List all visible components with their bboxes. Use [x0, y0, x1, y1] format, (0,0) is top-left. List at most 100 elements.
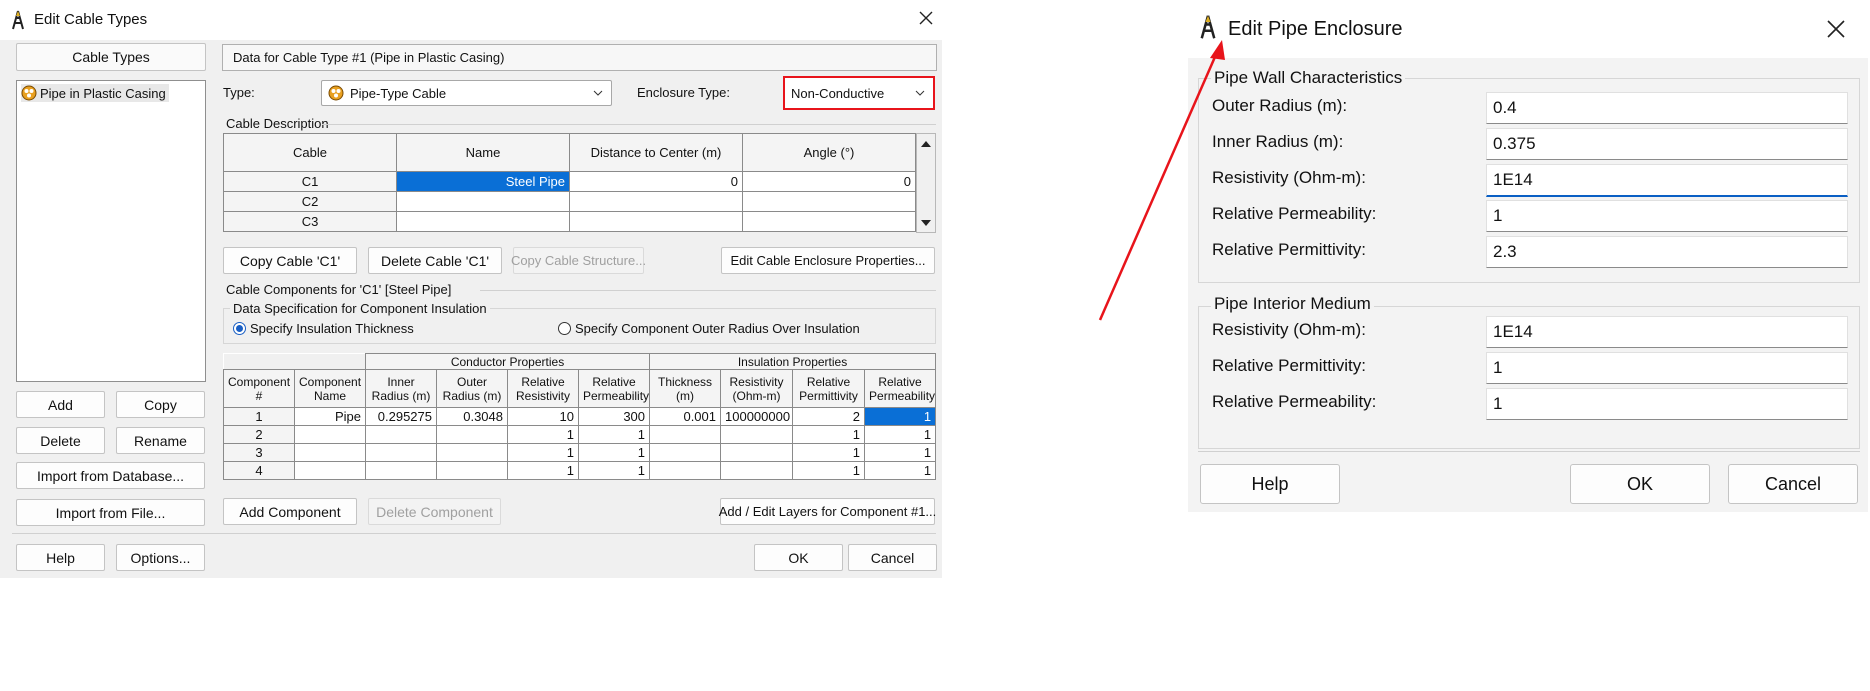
edit-cable-enclosure-properties-button[interactable]: Edit Cable Enclosure Properties... — [721, 247, 935, 274]
table-cell[interactable] — [294, 443, 366, 462]
column-header[interactable]: Relative Permittivity — [792, 369, 866, 408]
table-cell[interactable]: 2 — [792, 407, 866, 426]
table-cell[interactable]: 1 — [792, 425, 866, 444]
cable-description-table[interactable]: Cable Name Distance to Center (m) Angle … — [223, 133, 916, 232]
table-cell[interactable] — [436, 443, 508, 462]
column-header[interactable]: Relative Permeability — [577, 369, 651, 408]
table-cell[interactable] — [294, 461, 366, 480]
table-cell[interactable]: 1 — [577, 461, 651, 480]
copy-cable-structure-button[interactable]: Copy Cable Structure... — [511, 247, 646, 274]
table-cell[interactable]: 1 — [864, 407, 937, 426]
cable-types-list[interactable]: Pipe in Plastic Casing — [16, 80, 206, 382]
table-cell[interactable] — [365, 461, 437, 480]
table-cell[interactable]: 100000000 — [720, 407, 794, 426]
table-cell[interactable] — [365, 425, 437, 444]
delete-component-button[interactable]: Delete Component — [368, 498, 501, 525]
table-cell[interactable]: 1 — [864, 443, 937, 462]
rename-button[interactable]: Rename — [116, 427, 205, 454]
wall-resistivity-input[interactable]: 1E14 — [1486, 164, 1848, 197]
table-cell[interactable]: 1 — [507, 425, 579, 444]
row-header[interactable]: 2 — [223, 425, 295, 444]
table-row[interactable]: C2 — [223, 191, 916, 212]
table-cell[interactable]: 0.3048 — [436, 407, 508, 426]
table-cell[interactable]: 1 — [792, 443, 866, 462]
row-header[interactable]: 4 — [223, 461, 295, 480]
table-cell[interactable] — [294, 425, 366, 444]
table-cell[interactable] — [742, 191, 916, 212]
table-cell[interactable]: 1 — [577, 425, 651, 444]
row-header[interactable]: 3 — [223, 443, 295, 462]
components-table[interactable]: Conductor Properties Insulation Properti… — [223, 353, 937, 480]
table-cell[interactable]: 0.001 — [649, 407, 722, 426]
radio-unselected-icon[interactable] — [558, 322, 571, 335]
column-header[interactable]: Thickness (m) — [649, 369, 722, 408]
add-button[interactable]: Add — [16, 391, 105, 418]
close-icon[interactable] — [1826, 19, 1846, 42]
column-header[interactable]: Resistivity (Ohm-m) — [720, 369, 794, 408]
add-component-button[interactable]: Add Component — [223, 498, 357, 525]
column-header[interactable]: Angle (°) — [742, 133, 916, 172]
table-cell[interactable]: 1 — [507, 461, 579, 480]
column-header[interactable]: Component Name — [294, 369, 366, 408]
options-button[interactable]: Options... — [116, 544, 205, 571]
row-header[interactable]: C2 — [223, 191, 397, 212]
table-cell[interactable] — [649, 461, 722, 480]
interior-permittivity-input[interactable]: 1 — [1486, 352, 1848, 384]
column-header[interactable]: Cable — [223, 133, 397, 172]
cancel-button[interactable]: Cancel — [1728, 464, 1858, 504]
table-cell[interactable] — [569, 191, 743, 212]
help-button[interactable]: Help — [1200, 464, 1340, 504]
column-header[interactable]: Component # — [223, 369, 295, 408]
delete-cable-button[interactable]: Delete Cable 'C1' — [368, 247, 502, 274]
row-header[interactable]: 1 — [223, 407, 295, 426]
table-cell[interactable]: 1 — [507, 443, 579, 462]
table-cell[interactable] — [649, 443, 722, 462]
radio-insulation-thickness[interactable]: Specify Insulation Thickness — [233, 321, 414, 336]
cable-types-header-button[interactable]: Cable Types — [16, 43, 206, 71]
copy-button[interactable]: Copy — [116, 391, 205, 418]
column-header[interactable]: Distance to Center (m) — [569, 133, 743, 172]
table-row[interactable]: C1 Steel Pipe 0 0 — [223, 171, 916, 192]
column-header[interactable]: Outer Radius (m) — [436, 369, 508, 408]
outer-radius-input[interactable]: 0.4 — [1486, 92, 1848, 124]
table-cell[interactable] — [720, 443, 794, 462]
column-header[interactable]: Relative Resistivity — [507, 369, 579, 408]
inner-radius-input[interactable]: 0.375 — [1486, 128, 1848, 160]
table-cell[interactable] — [569, 211, 743, 232]
interior-resistivity-input[interactable]: 1E14 — [1486, 316, 1848, 348]
table-cell[interactable] — [436, 425, 508, 444]
table-cell[interactable] — [396, 211, 570, 232]
table-cell[interactable]: 0 — [569, 171, 743, 192]
table-row[interactable]: 2 1 1 1 1 — [223, 425, 937, 444]
table-cell[interactable]: Pipe — [294, 407, 366, 426]
table-row[interactable]: C3 — [223, 211, 916, 232]
scroll-up-icon[interactable] — [917, 137, 935, 151]
table-cell[interactable] — [649, 425, 722, 444]
table-cell[interactable]: Steel Pipe — [396, 171, 570, 192]
table-cell[interactable] — [365, 443, 437, 462]
close-icon[interactable] — [918, 10, 934, 29]
table-cell[interactable]: 1 — [864, 425, 937, 444]
import-from-file-button[interactable]: Import from File... — [16, 499, 205, 526]
table-row[interactable]: 4 1 1 1 1 — [223, 461, 937, 480]
table-cell[interactable]: 300 — [577, 407, 651, 426]
table-row[interactable]: 3 1 1 1 1 — [223, 443, 937, 462]
table-cell[interactable] — [396, 191, 570, 212]
ok-button[interactable]: OK — [1570, 464, 1710, 504]
table-cell[interactable]: 1 — [864, 461, 937, 480]
radio-outer-radius[interactable]: Specify Component Outer Radius Over Insu… — [558, 321, 860, 336]
copy-cable-button[interactable]: Copy Cable 'C1' — [223, 247, 357, 274]
ok-button[interactable]: OK — [754, 544, 843, 571]
vertical-scrollbar[interactable] — [916, 133, 936, 233]
table-cell[interactable]: 10 — [507, 407, 579, 426]
column-header[interactable]: Inner Radius (m) — [365, 369, 437, 408]
wall-permittivity-input[interactable]: 2.3 — [1486, 236, 1848, 268]
table-cell[interactable] — [742, 211, 916, 232]
row-header[interactable]: C3 — [223, 211, 397, 232]
column-header[interactable]: Relative Permeability — [864, 369, 937, 408]
scroll-down-icon[interactable] — [917, 216, 935, 230]
table-cell[interactable] — [720, 461, 794, 480]
row-header[interactable]: C1 — [223, 171, 397, 192]
table-cell[interactable]: 1 — [577, 443, 651, 462]
table-cell[interactable] — [436, 461, 508, 480]
